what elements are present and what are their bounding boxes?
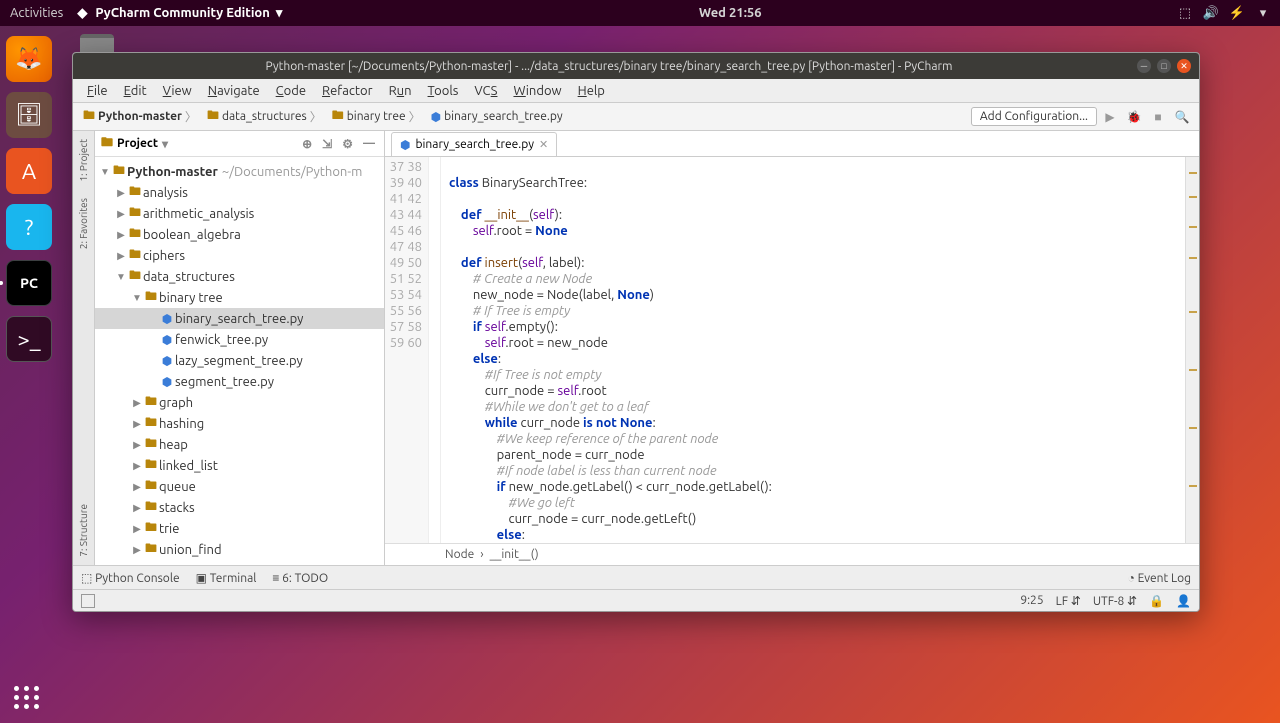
tree-item[interactable]: ▶🖿boolean_algebra [95,224,384,245]
menu-view[interactable]: View [157,82,198,100]
terminal-button[interactable]: ▣ Terminal [196,571,257,585]
tree-item[interactable]: ⬢fenwick_tree.py [95,329,384,350]
menu-run[interactable]: Run [383,82,418,100]
project-tree[interactable]: ▼🖿Python-master~/Documents/Python-m▶🖿ana… [95,157,384,565]
tree-item[interactable]: ▶🖿union_find [95,539,384,560]
nav-bar: 🖿Python-master〉 🖿data_structures〉 🖿binar… [73,103,1199,131]
tree-item[interactable]: ▶🖿graph [95,392,384,413]
menubar: File Edit View Navigate Code Refactor Ru… [73,79,1199,103]
launcher: 🦊 🗄 A ? PC >_ [0,26,58,723]
pycharm-icon: ◆ [75,6,89,20]
status-bar: 9:25 LF ⇵ UTF-8 ⇵ 🔒 👤 [73,589,1199,611]
tree-item[interactable]: ▶🖿hashing [95,413,384,434]
menu-help[interactable]: Help [572,82,611,100]
encoding[interactable]: UTF-8 ⇵ [1093,594,1137,608]
status-indicator-icon[interactable] [81,594,95,608]
power-icon[interactable]: ▾ [1256,6,1270,20]
window-title: Python-master [~/Documents/Python-master… [81,60,1137,73]
hide-icon[interactable]: — [360,137,378,150]
terminal-icon[interactable]: >_ [6,316,52,362]
clock[interactable]: Wed 21:56 [282,6,1178,20]
fold-gutter[interactable] [429,157,441,543]
project-panel-header: 🖿 Project▾ ⊕ ⇲ ⚙ — [95,131,384,157]
help-icon[interactable]: ? [6,204,52,250]
add-configuration-button[interactable]: Add Configuration... [971,107,1097,126]
network-icon[interactable]: ⬚ [1178,6,1192,20]
event-log-button[interactable]: ◔ Event Log [1128,571,1191,585]
minimize-button[interactable]: ─ [1137,59,1151,73]
debug-icon[interactable]: 🐞 [1126,109,1142,125]
menu-refactor[interactable]: Refactor [316,82,379,100]
menu-tools[interactable]: Tools [422,82,465,100]
project-icon: 🖿 [101,133,113,154]
crumb-bt[interactable]: 🖿binary tree〉 [328,104,425,129]
tree-item[interactable]: ▼🖿binary tree [95,287,384,308]
toolwin-project[interactable]: 1: Project [76,131,91,190]
editor-tabs: ⬢binary_search_tree.py✕ [385,131,1199,157]
bottom-toolbar: ⬚ Python Console ▣ Terminal ≡ 6: TODO ◔ … [73,565,1199,589]
project-label[interactable]: Project [117,137,158,150]
tree-item[interactable]: ▶🖿heap [95,434,384,455]
tree-item[interactable]: ⬢lazy_segment_tree.py [95,350,384,371]
tree-item[interactable]: ▶🖿linked_list [95,455,384,476]
show-apps-icon[interactable] [14,686,40,709]
project-panel: 🖿 Project▾ ⊕ ⇲ ⚙ — ▼🖿Python-master~/Docu… [95,131,385,565]
scroll-from-source-icon[interactable]: ⊕ [299,137,315,151]
gear-icon[interactable]: ⚙ [339,137,356,151]
tree-item[interactable]: ▶🖿stacks [95,497,384,518]
menu-code[interactable]: Code [270,82,312,100]
inspection-icon[interactable]: 👤 [1176,594,1191,608]
menu-window[interactable]: Window [507,82,567,100]
tab-file[interactable]: ⬢binary_search_tree.py✕ [391,132,557,156]
gutter[interactable]: 37 38 39 40 41 42 43 44 45 46 47 48 49 5… [385,157,429,543]
python-console-button[interactable]: ⬚ Python Console [81,571,180,585]
left-tool-strip: 1: Project 2: Favorites 7: Structure [73,131,95,565]
tree-item[interactable]: ▼🖿Python-master~/Documents/Python-m [95,161,384,182]
lock-icon[interactable]: 🔒 [1149,594,1164,608]
crumb-ds[interactable]: 🖿data_structures〉 [203,104,326,129]
todo-button[interactable]: ≡ 6: TODO [272,571,328,585]
menu-edit[interactable]: Edit [118,82,153,100]
search-icon[interactable]: 🔍 [1174,109,1190,125]
editor-area: ⬢binary_search_tree.py✕ 37 38 39 40 41 4… [385,131,1199,565]
close-tab-icon[interactable]: ✕ [539,138,548,151]
software-icon[interactable]: A [6,148,52,194]
toolwin-favorites[interactable]: 2: Favorites [76,190,91,257]
pycharm-launcher-icon[interactable]: PC [6,260,52,306]
volume-icon[interactable]: 🔊 [1204,6,1218,20]
toolwin-structure[interactable]: 7: Structure [76,496,91,565]
tree-item[interactable]: ▶🖿arithmetic_analysis [95,203,384,224]
tree-item[interactable]: ⬢binary_search_tree.py [95,308,384,329]
tree-item[interactable]: ▶🖿analysis [95,182,384,203]
pycharm-window: Python-master [~/Documents/Python-master… [72,52,1200,612]
activities-button[interactable]: Activities [10,6,63,20]
crumb-root[interactable]: 🖿Python-master〉 [79,104,201,129]
crumb-file[interactable]: ⬢binary_search_tree.py [427,108,567,126]
ubuntu-top-bar: Activities ◆ PyCharm Community Edition ▾… [0,0,1280,26]
run-icon[interactable]: ▶ [1102,109,1118,125]
editor-breadcrumb[interactable]: Node›__init__() [385,543,1199,565]
code-editor[interactable]: class BinarySearchTree: def __init__(sel… [441,157,1185,543]
maximize-button[interactable]: □ [1157,59,1171,73]
line-ending[interactable]: LF ⇵ [1056,594,1081,608]
firefox-icon[interactable]: 🦊 [6,36,52,82]
tree-item[interactable]: ▶🖿trie [95,518,384,539]
menu-navigate[interactable]: Navigate [202,82,266,100]
battery-icon[interactable]: ⚡ [1230,6,1244,20]
files-icon[interactable]: 🗄 [6,92,52,138]
titlebar[interactable]: Python-master [~/Documents/Python-master… [73,53,1199,79]
menu-file[interactable]: File [81,82,114,100]
tree-item[interactable]: ⬢segment_tree.py [95,371,384,392]
tree-item[interactable]: ▶🖿ciphers [95,245,384,266]
tree-item[interactable]: ▼🖿data_structures [95,266,384,287]
stop-icon[interactable]: ■ [1150,109,1166,125]
app-indicator[interactable]: ◆ PyCharm Community Edition ▾ [75,6,282,21]
tree-item[interactable]: ▶🖿queue [95,476,384,497]
close-button[interactable]: ✕ [1177,59,1191,73]
cursor-position[interactable]: 9:25 [1020,594,1043,607]
menu-vcs[interactable]: VCS [468,82,503,100]
collapse-icon[interactable]: ⇲ [319,137,335,151]
overview-ruler[interactable] [1185,157,1199,543]
